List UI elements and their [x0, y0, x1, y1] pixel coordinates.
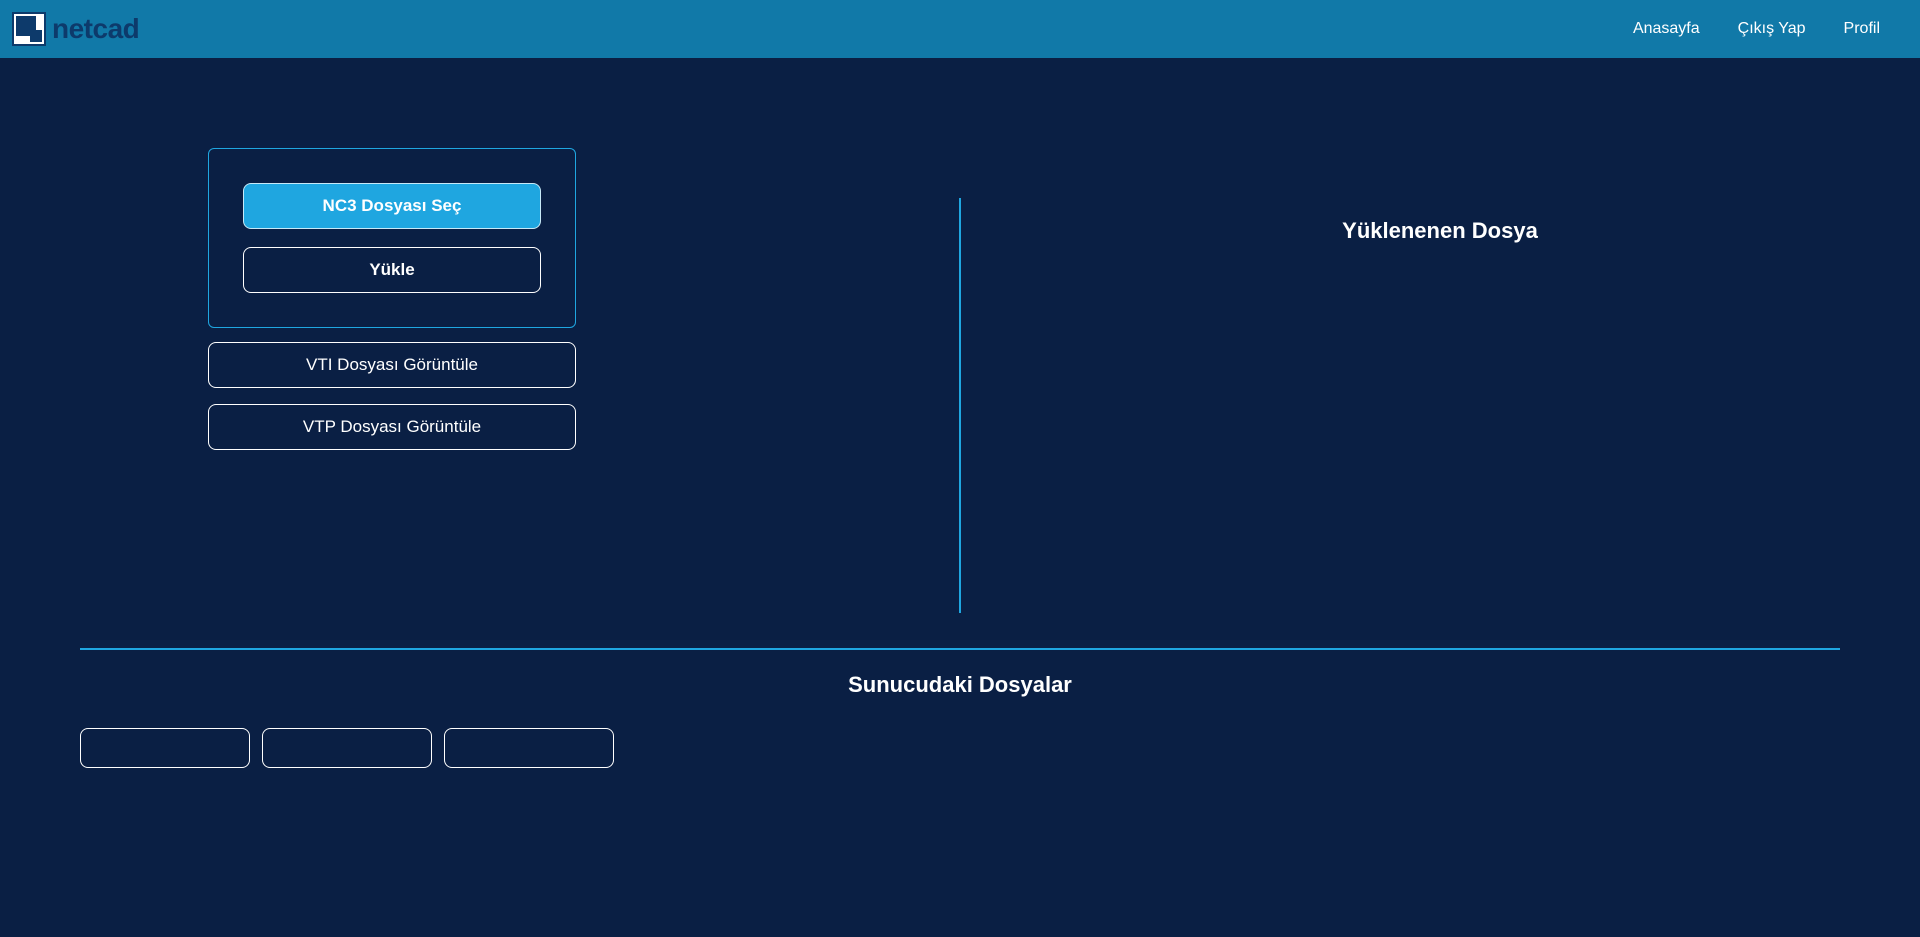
server-files-button-row	[80, 728, 1840, 768]
logo-text: netcad	[52, 13, 139, 45]
netcad-logo-icon	[12, 12, 46, 46]
vertical-divider	[959, 198, 961, 613]
uploaded-file-title: Yüklenenen Dosya	[960, 218, 1920, 244]
main-area: NC3 Dosyası Seç Yükle VTI Dosyası Görünt…	[0, 58, 1920, 578]
right-column: Yüklenenen Dosya	[960, 148, 1920, 538]
bottom-section: Sunucudaki Dosyalar	[0, 648, 1920, 768]
upload-box: NC3 Dosyası Seç Yükle	[208, 148, 576, 328]
left-column: NC3 Dosyası Seç Yükle VTI Dosyası Görünt…	[0, 148, 960, 538]
server-file-item[interactable]	[80, 728, 250, 768]
logo[interactable]: netcad	[12, 12, 139, 46]
server-files-title: Sunucudaki Dosyalar	[80, 672, 1840, 698]
nav-profile[interactable]: Profil	[1844, 20, 1880, 38]
header-bar: netcad Anasayfa Çıkış Yap Profil	[0, 0, 1920, 58]
nav-logout[interactable]: Çıkış Yap	[1738, 20, 1806, 38]
server-file-item[interactable]	[444, 728, 614, 768]
nav-links: Anasayfa Çıkış Yap Profil	[1633, 20, 1908, 38]
select-nc3-file-button[interactable]: NC3 Dosyası Seç	[243, 183, 541, 229]
view-vti-file-button[interactable]: VTI Dosyası Görüntüle	[208, 342, 576, 388]
view-vtp-file-button[interactable]: VTP Dosyası Görüntüle	[208, 404, 576, 450]
server-file-item[interactable]	[262, 728, 432, 768]
upload-button[interactable]: Yükle	[243, 247, 541, 293]
horizontal-divider	[80, 648, 1840, 650]
nav-home[interactable]: Anasayfa	[1633, 20, 1700, 38]
